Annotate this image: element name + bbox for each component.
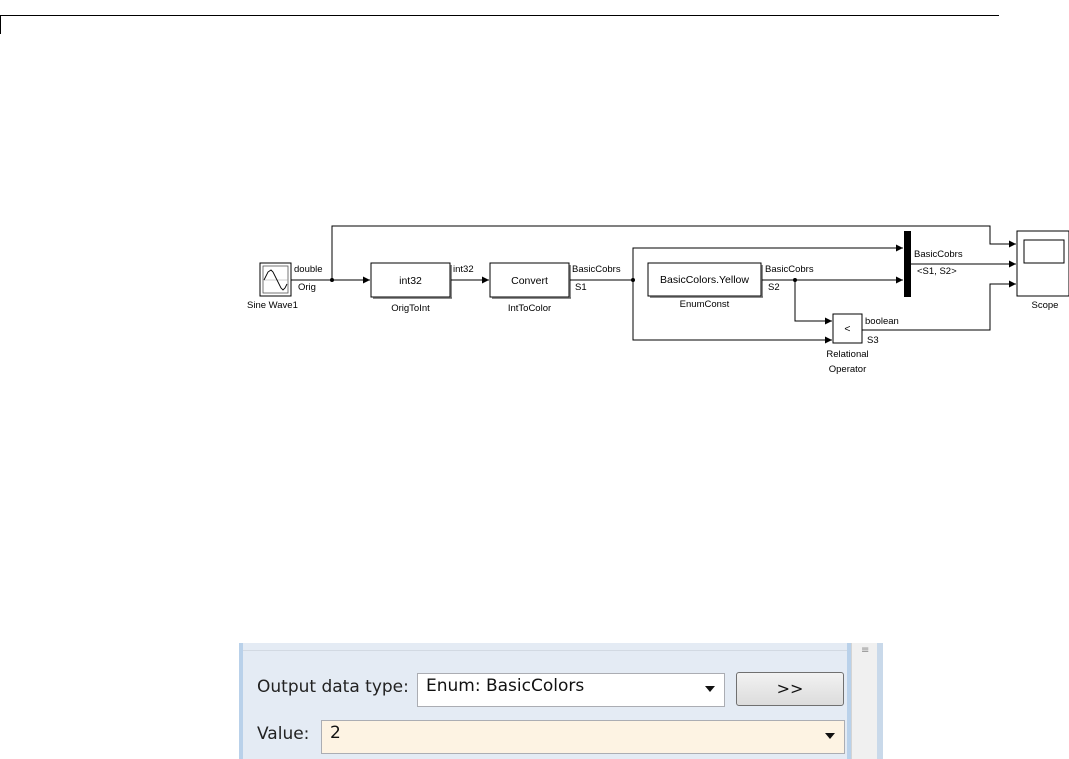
int-to-color-name: IntToColor xyxy=(508,303,551,314)
orig-to-int-label: int32 xyxy=(399,275,422,287)
dialog-scrollbar[interactable]: ≡ xyxy=(851,643,877,759)
signal-label-boolean: boolean xyxy=(865,316,899,327)
sine-wave-name: Sine Wave1 xyxy=(247,300,298,311)
signal-label-orig: Orig xyxy=(298,282,316,293)
signal-label-s1: S1 xyxy=(575,282,587,293)
relational-operator-block[interactable]: < xyxy=(832,313,863,344)
orig-to-int-name: OrigToInt xyxy=(391,303,430,314)
signal-s2-to-relational[interactable] xyxy=(794,280,832,325)
mux-block[interactable] xyxy=(904,231,911,297)
output-data-type-label: Output data type: xyxy=(257,677,409,697)
scope-name: Scope xyxy=(1032,300,1059,311)
signal-label-mux-type: BasicCobrs xyxy=(914,249,963,260)
simulink-model-diagram: Sine Wave1 int32 OrigToInt Convert IntTo… xyxy=(247,225,1069,375)
scroll-grip-icon: ≡ xyxy=(861,645,870,656)
signal-label-enum-type: BasicCobrs xyxy=(765,264,814,275)
sine-wave-block[interactable] xyxy=(259,262,292,297)
signal-label-int32: int32 xyxy=(453,264,474,275)
dropdown-arrow-icon xyxy=(705,686,715,692)
branch-point-orig xyxy=(330,278,334,282)
value-label: Value: xyxy=(257,724,310,744)
value-text: 2 xyxy=(330,723,341,743)
dropdown-arrow-icon xyxy=(825,733,835,739)
signal-label-s2: S2 xyxy=(768,282,780,293)
enum-const-block[interactable]: BasicColors.Yellow xyxy=(647,262,763,298)
orig-to-int-block[interactable]: int32 xyxy=(370,262,452,299)
branch-point-s1 xyxy=(631,278,635,282)
enum-const-name: EnumConst xyxy=(680,299,730,310)
output-data-type-select[interactable]: Enum: BasicColors xyxy=(417,673,725,707)
data-type-assistant-button[interactable]: >> xyxy=(736,672,844,706)
scope-screen-icon xyxy=(1023,239,1065,264)
signal-label-mux-name: <S1, S2> xyxy=(917,266,957,277)
signal-label-double: double xyxy=(294,264,323,275)
scope-block[interactable] xyxy=(1016,230,1069,297)
dialog-divider xyxy=(243,650,847,651)
output-data-type-value: Enum: BasicColors xyxy=(426,676,585,696)
relational-operator-label: < xyxy=(844,323,850,335)
signal-label-convert-type: BasicCobrs xyxy=(572,264,621,275)
dialog-edge xyxy=(877,643,883,759)
value-input[interactable]: 2 xyxy=(321,720,845,754)
relational-operator-name-line2: Operator xyxy=(829,364,867,375)
block-parameters-dialog: Output data type: Enum: BasicColors >> V… xyxy=(239,643,851,759)
branch-point-s2 xyxy=(793,278,797,282)
int-to-color-block[interactable]: Convert xyxy=(489,262,571,299)
relational-operator-name-line1: Relational xyxy=(826,349,868,360)
int-to-color-label: Convert xyxy=(511,275,548,287)
enum-const-label: BasicColors.Yellow xyxy=(660,274,749,286)
signal-label-s3: S3 xyxy=(867,335,879,346)
